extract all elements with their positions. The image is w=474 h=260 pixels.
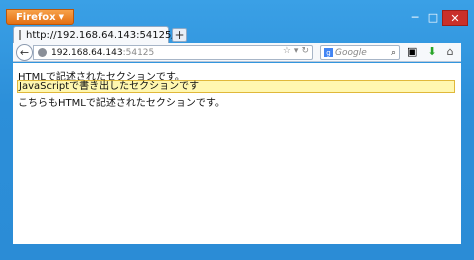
home-icon[interactable]: ⌂ [447,45,454,58]
minimize-button[interactable]: ─ [406,10,424,24]
search-placeholder: Google [335,47,367,58]
url-bar-icons: ☆ ▾ ↻ [283,46,309,56]
html-section-2: こちらもHTMLで記述されたセクションです。 [18,98,225,109]
maximize-button[interactable]: □ [424,10,442,24]
reload-icon[interactable]: ↻ [301,46,309,56]
page-content: HTMLで記述されたセクションです。 JavaScriptで書き出したセクション… [13,63,461,244]
url-bar[interactable]: 192.168.64.143 :54125 ☆ ▾ ↻ [33,45,313,60]
nav-toolbar: ← 192.168.64.143 :54125 ☆ ▾ ↻ g Google ⌕… [13,43,461,62]
window-controls: ─ □ ✕ [406,10,468,26]
firefox-menu-button[interactable]: Firefox ▼ [6,9,74,25]
download-icon[interactable]: ⬇ [427,45,436,58]
bookmarks-menu-icon[interactable]: ▣ [407,45,417,58]
browser-tab[interactable]: http://192.168.64.143:54125/ [13,26,175,43]
back-button[interactable]: ← [16,44,33,61]
search-icon[interactable]: ⌕ [391,48,396,58]
close-button[interactable]: ✕ [442,10,468,26]
url-port: :54125 [122,47,155,58]
browser-window: Firefox ▼ ─ □ ✕ http://192.168.64.143:54… [0,0,474,260]
firefox-menu-label: Firefox [15,11,56,23]
toolbar-icons: ▣ ⬇ ⌂ [407,45,454,58]
url-host: 192.168.64.143 [51,47,123,58]
chevron-down-icon: ▼ [58,13,65,21]
search-input[interactable]: g Google ⌕ [320,45,400,60]
globe-icon [38,48,47,57]
tab-title: http://192.168.64.143:54125/ [26,29,175,41]
new-tab-button[interactable]: + [172,28,187,42]
page-icon [19,30,21,40]
dropdown-arrow-icon[interactable]: ▾ [294,46,299,56]
bookmark-star-icon[interactable]: ☆ [283,46,291,56]
back-arrow-icon: ← [19,46,30,59]
javascript-section: JavaScriptで書き出したセクションです [17,80,455,93]
google-icon: g [324,48,333,57]
